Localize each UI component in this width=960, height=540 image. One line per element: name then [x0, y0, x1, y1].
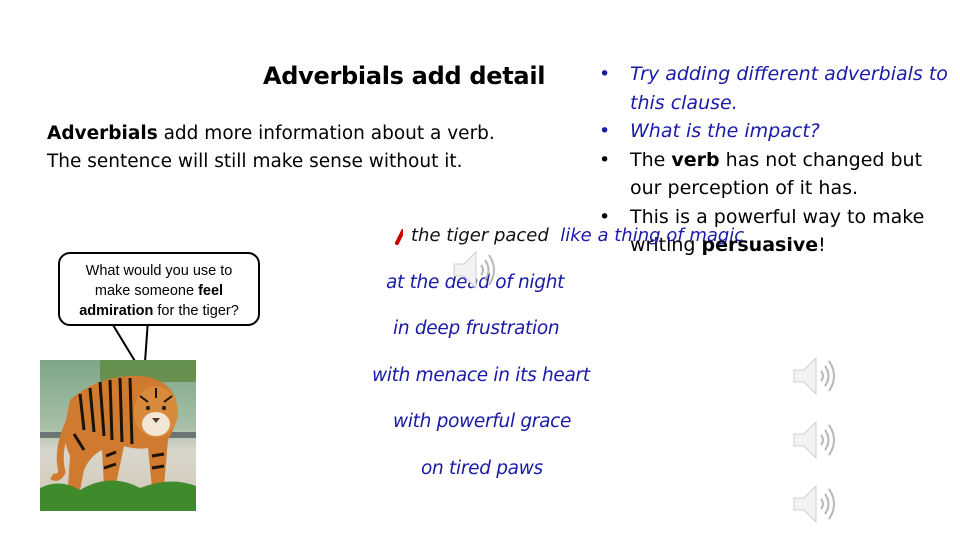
- slide-title: Adverbials add detail: [263, 62, 546, 90]
- adverbial-option[interactable]: on tired paws: [421, 458, 543, 479]
- speaker-icon[interactable]: [790, 352, 838, 400]
- bullet-bold: verb: [671, 148, 720, 171]
- intro-line-2: The sentence will still make sense witho…: [47, 151, 463, 172]
- bubble-line-3: admiration for the tiger?: [60, 301, 258, 321]
- adverbial-option[interactable]: with powerful grace: [393, 411, 571, 432]
- red-comma-mark: [395, 229, 403, 245]
- bubble-text: for the tiger?: [153, 303, 239, 319]
- bubble-bold: feel: [198, 283, 224, 299]
- sentence-adverbial: like a thing of magic: [560, 225, 745, 246]
- intro-line-1: Adverbials add more information about a …: [47, 120, 495, 148]
- bullet-item: What is the impact?: [596, 117, 956, 146]
- bubble-line-2: make someone feel: [60, 281, 258, 301]
- bubble-line-1: What would you use to: [85, 263, 233, 279]
- sentence-clause: the tiger paced: [411, 225, 549, 246]
- speaker-icon[interactable]: [790, 416, 838, 464]
- speaker-icon[interactable]: [450, 246, 498, 294]
- slide: Adverbials add detail Adverbials add mor…: [0, 0, 960, 540]
- bubble-text: make someone: [94, 283, 199, 299]
- bullet-text: !: [818, 234, 826, 256]
- adverbial-option[interactable]: with menace in its heart: [372, 365, 590, 386]
- intro-keyword: Adverbials: [47, 123, 158, 144]
- bullet-item: The verb has not changed but our percept…: [596, 146, 956, 203]
- target-sentence: the tiger paced like a thing of magic: [411, 225, 744, 246]
- bubble-bold: admiration: [79, 303, 154, 319]
- bullet-item: Try adding different adverbials to this …: [596, 60, 956, 117]
- speaker-icon[interactable]: [790, 480, 838, 528]
- bullet-text: The: [630, 148, 672, 171]
- intro-text: Adverbials add more information about a …: [47, 120, 495, 176]
- speech-bubble: What would you use to make someone feel …: [58, 252, 260, 326]
- tiger-photo: [40, 360, 196, 511]
- intro-line-1-rest: add more information about a verb.: [157, 123, 495, 144]
- adverbial-option[interactable]: in deep frustration: [393, 318, 560, 339]
